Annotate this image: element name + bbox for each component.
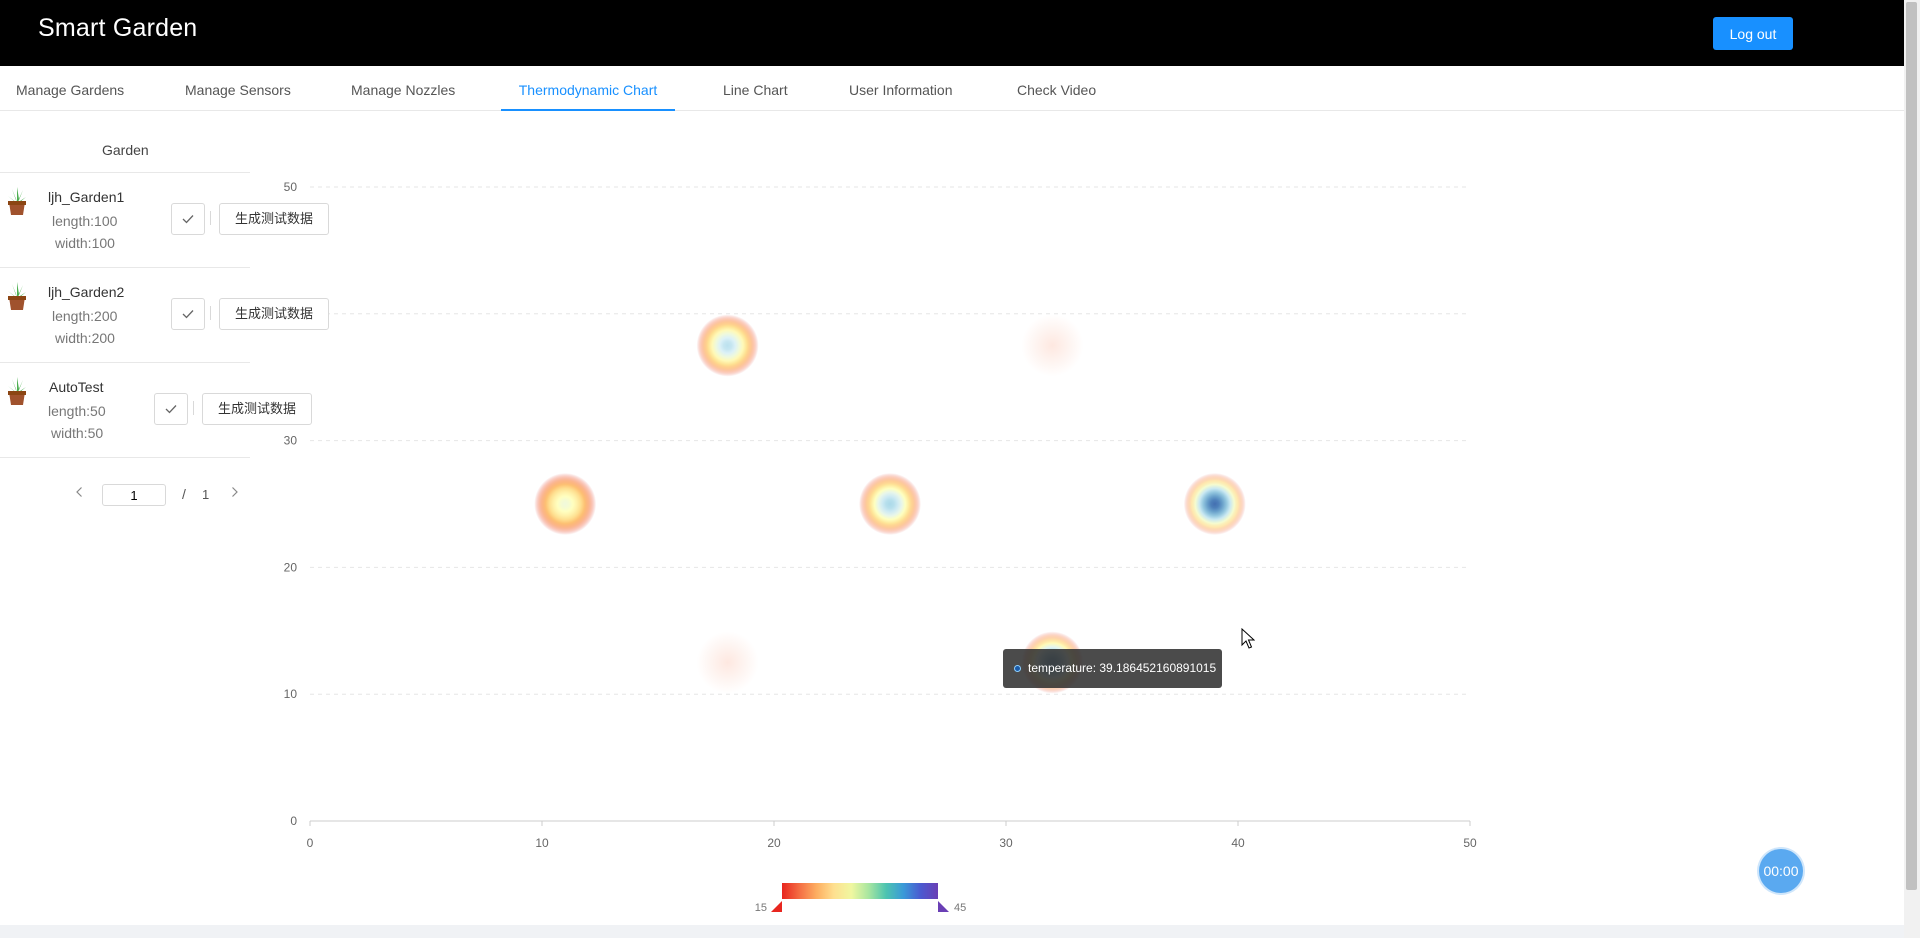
x-tick-label: 0 bbox=[307, 836, 314, 850]
select-garden-button[interactable] bbox=[171, 203, 205, 235]
page-number-input[interactable] bbox=[102, 484, 166, 506]
heat-point bbox=[696, 631, 759, 694]
page-separator: / bbox=[182, 486, 186, 502]
tooltip-text: temperature: 39.186452160891015 bbox=[1028, 661, 1217, 675]
mouse-cursor-icon bbox=[1241, 628, 1255, 649]
garden-row: AutoTest length:50 width:50 生成测试数据 bbox=[0, 363, 313, 458]
visual-map-min-label: 15 bbox=[755, 902, 767, 914]
button-divider bbox=[210, 211, 211, 225]
visual-map-max-label: 45 bbox=[954, 902, 966, 914]
garden-list-header: Garden bbox=[0, 110, 250, 173]
page-total: 1 bbox=[202, 487, 210, 502]
garden-length: length:200 bbox=[52, 308, 118, 324]
thermodynamic-chart: 01020304050010203040501545 bbox=[284, 180, 1477, 914]
generate-test-data-button[interactable]: 生成测试数据 bbox=[219, 298, 330, 330]
y-tick-label: 10 bbox=[284, 687, 298, 701]
chart-tooltip: temperature: 39.186452160891015 bbox=[1003, 649, 1222, 688]
heat-point bbox=[1021, 314, 1084, 377]
generate-test-data-button[interactable]: 生成测试数据 bbox=[219, 203, 330, 235]
garden-name: AutoTest bbox=[49, 379, 104, 395]
check-icon bbox=[165, 405, 177, 414]
heat-point bbox=[696, 314, 759, 377]
y-tick-label: 20 bbox=[284, 560, 298, 574]
garden-row: ljh_Garden2 length:200 width:200 生成测试数据 bbox=[0, 268, 330, 363]
generate-test-data-button[interactable]: 生成测试数据 bbox=[202, 393, 313, 425]
y-tick-label: 50 bbox=[284, 180, 298, 194]
garden-width: width:50 bbox=[51, 425, 104, 441]
heat-point bbox=[534, 473, 597, 535]
visual-map-bar bbox=[782, 883, 938, 899]
garden-length: length:50 bbox=[48, 403, 106, 419]
x-tick-label: 40 bbox=[1231, 836, 1245, 850]
select-garden-button[interactable] bbox=[154, 393, 188, 425]
heat-point bbox=[1183, 473, 1246, 535]
garden-width: width:100 bbox=[55, 235, 115, 251]
check-icon bbox=[182, 215, 194, 224]
page-footer-strip bbox=[0, 925, 1904, 938]
garden-width: width:200 bbox=[55, 330, 115, 346]
garden-row: ljh_Garden1 length:100 width:100 生成测试数据 bbox=[0, 173, 330, 268]
scrollbar-thumb[interactable] bbox=[1906, 2, 1917, 890]
garden-name: ljh_Garden2 bbox=[48, 284, 125, 300]
next-page-icon[interactable] bbox=[230, 486, 239, 498]
visual-map-max-handle bbox=[938, 901, 949, 912]
heat-point bbox=[859, 473, 921, 535]
x-tick-label: 50 bbox=[1463, 836, 1477, 850]
y-tick-label: 0 bbox=[290, 814, 297, 828]
garden-length: length:100 bbox=[52, 213, 118, 229]
button-divider bbox=[210, 306, 211, 320]
plant-pot-icon bbox=[8, 282, 26, 310]
garden-name: ljh_Garden1 bbox=[48, 189, 125, 205]
select-garden-button[interactable] bbox=[171, 298, 205, 330]
series-marker-icon bbox=[1014, 665, 1021, 672]
y-tick-label: 30 bbox=[284, 434, 298, 448]
garden-column-header: Garden bbox=[102, 142, 149, 158]
plant-pot-icon bbox=[8, 187, 26, 215]
video-timer[interactable]: 00:00 bbox=[1759, 849, 1803, 893]
x-tick-label: 10 bbox=[535, 836, 549, 850]
plant-pot-icon bbox=[8, 377, 26, 405]
x-tick-label: 20 bbox=[767, 836, 781, 850]
check-icon bbox=[182, 310, 194, 319]
visual-map-min-handle bbox=[771, 901, 782, 912]
x-tick-label: 30 bbox=[999, 836, 1013, 850]
button-divider bbox=[193, 401, 194, 415]
prev-page-icon[interactable] bbox=[75, 486, 84, 498]
